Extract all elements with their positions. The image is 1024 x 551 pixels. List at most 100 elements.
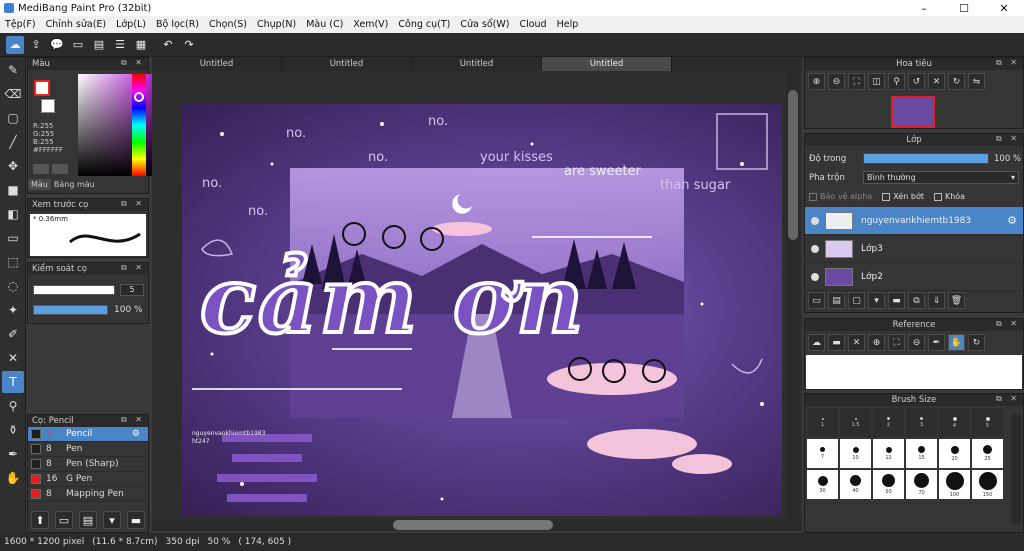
tab-untitled-3[interactable]: Untitled bbox=[412, 57, 542, 71]
brush-size-cell[interactable]: 3 bbox=[906, 408, 937, 437]
grid-icon[interactable]: ▦ bbox=[132, 36, 150, 54]
actual-size-icon[interactable]: ◫ bbox=[868, 73, 885, 90]
select-pen-icon[interactable]: ✐ bbox=[2, 323, 24, 345]
delete-layer-icon[interactable]: 🗑 bbox=[948, 292, 965, 309]
brush-size-cell[interactable]: 70 bbox=[906, 470, 937, 499]
rotate-left-icon[interactable]: ↺ bbox=[908, 73, 925, 90]
close-button[interactable]: ✕ bbox=[984, 0, 1024, 16]
eraser-tool-icon[interactable]: ⌫ bbox=[2, 83, 24, 105]
merge-layer-icon[interactable]: ⇓ bbox=[928, 292, 945, 309]
dropper-tool-icon[interactable]: ⚱ bbox=[2, 419, 24, 441]
reference-zoom-out-icon[interactable]: ⊖ bbox=[908, 334, 925, 351]
hue-handle[interactable] bbox=[134, 92, 144, 102]
layer-row[interactable]: nguyenvankhiemtb1983 ⚙ bbox=[805, 207, 1023, 235]
brush-opacity-slider[interactable] bbox=[33, 305, 108, 315]
menu-select[interactable]: Chọn(S) bbox=[204, 19, 252, 30]
new-brush-icon[interactable]: ▭ bbox=[55, 511, 73, 529]
fit-icon[interactable]: ⛶ bbox=[848, 73, 865, 90]
eyedropper-icon[interactable] bbox=[33, 164, 49, 174]
line-tool-icon[interactable]: ╱ bbox=[2, 131, 24, 153]
zoom-search-icon[interactable]: ⚲ bbox=[888, 73, 905, 90]
vertical-scroll-thumb[interactable] bbox=[788, 90, 798, 240]
brush-size-cell[interactable]: 4 bbox=[939, 408, 970, 437]
tab-color[interactable]: Màu bbox=[28, 179, 51, 190]
brush-size-cell[interactable]: 100 bbox=[939, 470, 970, 499]
menu-layer[interactable]: Lớp(L) bbox=[111, 19, 151, 30]
panel-window-icons[interactable]: ⧉ ✕ bbox=[121, 415, 145, 425]
new-icon[interactable]: ▭ bbox=[69, 36, 87, 54]
reference-dropper-icon[interactable]: ✒ bbox=[928, 334, 945, 351]
tab-untitled-1[interactable]: Untitled bbox=[152, 57, 282, 71]
reference-close-icon[interactable]: ✕ bbox=[848, 334, 865, 351]
add-layer-menu-icon[interactable]: ▾ bbox=[868, 292, 885, 309]
menu-cloud[interactable]: Cloud bbox=[514, 19, 551, 30]
brush-item-g-pen[interactable]: 16 G Pen bbox=[28, 472, 148, 487]
brush-size-cell[interactable]: 20 bbox=[939, 439, 970, 468]
brush-settings-gear-icon[interactable]: ⚙ bbox=[132, 429, 140, 439]
panel-window-icons[interactable]: ⧉ ✕ bbox=[121, 263, 145, 273]
brush-item-pen[interactable]: 8 Pen bbox=[28, 442, 148, 457]
reference-open-icon[interactable]: ▬ bbox=[828, 334, 845, 351]
lock-checkbox[interactable]: Khóa bbox=[933, 192, 965, 201]
tab-untitled-2[interactable]: Untitled bbox=[282, 57, 412, 71]
minimize-button[interactable]: – bbox=[904, 0, 944, 16]
select-tool-icon[interactable]: ⬚ bbox=[2, 251, 24, 273]
new-layer-8bit-icon[interactable]: ▤ bbox=[828, 292, 845, 309]
menu-tools[interactable]: Công cụ(T) bbox=[393, 19, 455, 30]
brush-size-cell[interactable]: 25 bbox=[972, 439, 1003, 468]
reference-cloud-icon[interactable]: ☁ bbox=[808, 334, 825, 351]
zoom-in-icon[interactable]: ⊕ bbox=[808, 73, 825, 90]
brush-size-slider[interactable] bbox=[33, 285, 115, 295]
blend-mode-select[interactable]: Bình thường ▾ bbox=[863, 171, 1019, 184]
brush-size-cell[interactable]: 1.5 bbox=[840, 408, 871, 437]
panel-window-icons[interactable]: ⧉ ✕ bbox=[121, 199, 145, 209]
panel-window-icons[interactable]: ⧉ ✕ bbox=[996, 134, 1020, 144]
rectangle-tool-icon[interactable]: ▢ bbox=[2, 107, 24, 129]
visibility-eye-icon[interactable] bbox=[811, 272, 819, 281]
artwork-canvas[interactable]: no. no. no. no. no. your kisses are swee… bbox=[182, 104, 782, 516]
reference-fit-icon[interactable]: ⛶ bbox=[888, 334, 905, 351]
panel-window-icons[interactable]: ⧉ ✕ bbox=[996, 58, 1020, 68]
brush-tool-icon[interactable]: ✎ bbox=[2, 59, 24, 81]
visibility-eye-icon[interactable] bbox=[811, 216, 819, 225]
brush-size-cell[interactable]: 10 bbox=[840, 439, 871, 468]
add-brush-icon[interactable]: ⬆ bbox=[31, 511, 49, 529]
brush-size-cell[interactable]: 7 bbox=[807, 439, 838, 468]
menu-color[interactable]: Màu (C) bbox=[301, 19, 348, 30]
operation-tool-icon[interactable]: ⚲ bbox=[2, 395, 24, 417]
hue-slider[interactable] bbox=[132, 74, 146, 176]
layer-row[interactable]: Lớp2 bbox=[805, 263, 1023, 291]
brush-size-cell[interactable]: 50 bbox=[873, 470, 904, 499]
brush-size-cell[interactable]: 150 bbox=[972, 470, 1003, 499]
layer-folder-icon[interactable]: ▬ bbox=[888, 292, 905, 309]
layer-row[interactable]: Lớp3 bbox=[805, 235, 1023, 263]
palette-icon[interactable] bbox=[52, 164, 68, 174]
panel-window-icons[interactable]: ⧉ ✕ bbox=[121, 58, 145, 68]
tab-palette[interactable]: Bảng màu bbox=[51, 179, 98, 190]
reference-hand-icon[interactable]: ✋ bbox=[948, 334, 965, 351]
move-tool-icon[interactable]: ✥ bbox=[2, 155, 24, 177]
reset-rotation-icon[interactable]: ✕ bbox=[928, 73, 945, 90]
rotate-right-icon[interactable]: ↻ bbox=[948, 73, 965, 90]
protect-alpha-checkbox[interactable]: Bảo vệ alpha bbox=[809, 192, 872, 201]
menu-window[interactable]: Cửa sổ(W) bbox=[455, 19, 514, 30]
layer-settings-gear-icon[interactable]: ⚙ bbox=[1007, 214, 1017, 227]
menu-view[interactable]: Xem(V) bbox=[348, 19, 393, 30]
brush-size-cell[interactable]: 15 bbox=[906, 439, 937, 468]
bucket-tool-icon[interactable]: ◧ bbox=[2, 203, 24, 225]
undo-icon[interactable]: ↶ bbox=[159, 36, 177, 54]
brush-size-cell[interactable]: 5 bbox=[972, 408, 1003, 437]
menu-capture[interactable]: Chụp(N) bbox=[252, 19, 301, 30]
brush-size-value[interactable]: 5 bbox=[120, 284, 144, 296]
brush-item-mapping-pen[interactable]: 8 Mapping Pen bbox=[28, 487, 148, 502]
brush-size-cell[interactable]: 30 bbox=[807, 470, 838, 499]
brush-folder-icon[interactable]: ▬ bbox=[127, 511, 145, 529]
document-icon[interactable]: ▤ bbox=[90, 36, 108, 54]
brush-size-cell[interactable]: 2 bbox=[873, 408, 904, 437]
new-layer-icon[interactable]: ▭ bbox=[808, 292, 825, 309]
lasso-tool-icon[interactable]: ◌ bbox=[2, 275, 24, 297]
text-tool-icon[interactable]: T bbox=[2, 371, 24, 393]
menu-filter[interactable]: Bộ lọc(R) bbox=[151, 19, 204, 30]
menu-edit[interactable]: Chỉnh sửa(E) bbox=[41, 19, 112, 30]
copy-brush-icon[interactable]: ▤ bbox=[79, 511, 97, 529]
